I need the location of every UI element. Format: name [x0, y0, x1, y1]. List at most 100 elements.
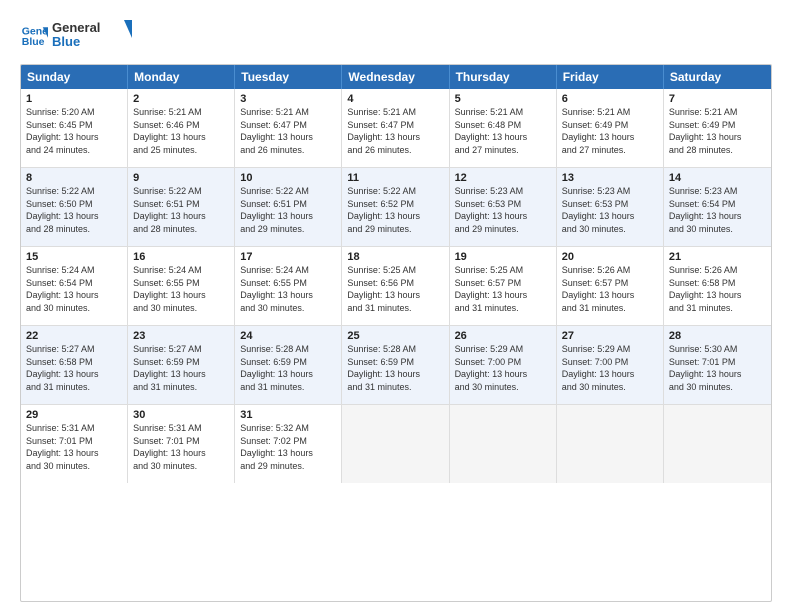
day-number: 22: [26, 330, 122, 342]
calendar: SundayMondayTuesdayWednesdayThursdayFrid…: [20, 64, 772, 602]
day-info: Sunrise: 5:23 AMSunset: 6:54 PMDaylight:…: [669, 185, 766, 235]
empty-cell: [664, 405, 771, 483]
calendar-row-3: 15Sunrise: 5:24 AMSunset: 6:54 PMDayligh…: [21, 247, 771, 326]
logo-icon: General Blue: [20, 22, 48, 50]
day-cell-6: 6Sunrise: 5:21 AMSunset: 6:49 PMDaylight…: [557, 89, 664, 167]
day-cell-14: 14Sunrise: 5:23 AMSunset: 6:54 PMDayligh…: [664, 168, 771, 246]
day-number: 3: [240, 93, 336, 105]
empty-cell: [450, 405, 557, 483]
day-number: 26: [455, 330, 551, 342]
calendar-row-2: 8Sunrise: 5:22 AMSunset: 6:50 PMDaylight…: [21, 168, 771, 247]
day-info: Sunrise: 5:23 AMSunset: 6:53 PMDaylight:…: [455, 185, 551, 235]
day-cell-22: 22Sunrise: 5:27 AMSunset: 6:58 PMDayligh…: [21, 326, 128, 404]
day-cell-12: 12Sunrise: 5:23 AMSunset: 6:53 PMDayligh…: [450, 168, 557, 246]
day-number: 21: [669, 251, 766, 263]
svg-text:Blue: Blue: [22, 36, 45, 48]
day-number: 7: [669, 93, 766, 105]
day-info: Sunrise: 5:25 AMSunset: 6:56 PMDaylight:…: [347, 264, 443, 314]
day-number: 5: [455, 93, 551, 105]
day-info: Sunrise: 5:28 AMSunset: 6:59 PMDaylight:…: [240, 343, 336, 393]
day-number: 27: [562, 330, 658, 342]
header: General Blue General Blue: [20, 18, 772, 54]
empty-cell: [557, 405, 664, 483]
day-number: 24: [240, 330, 336, 342]
empty-cell: [342, 405, 449, 483]
day-number: 1: [26, 93, 122, 105]
day-cell-8: 8Sunrise: 5:22 AMSunset: 6:50 PMDaylight…: [21, 168, 128, 246]
day-cell-11: 11Sunrise: 5:22 AMSunset: 6:52 PMDayligh…: [342, 168, 449, 246]
day-cell-23: 23Sunrise: 5:27 AMSunset: 6:59 PMDayligh…: [128, 326, 235, 404]
day-info: Sunrise: 5:32 AMSunset: 7:02 PMDaylight:…: [240, 422, 336, 472]
day-info: Sunrise: 5:29 AMSunset: 7:00 PMDaylight:…: [455, 343, 551, 393]
calendar-body: 1Sunrise: 5:20 AMSunset: 6:45 PMDaylight…: [21, 89, 771, 483]
day-info: Sunrise: 5:20 AMSunset: 6:45 PMDaylight:…: [26, 106, 122, 156]
day-cell-4: 4Sunrise: 5:21 AMSunset: 6:47 PMDaylight…: [342, 89, 449, 167]
day-cell-29: 29Sunrise: 5:31 AMSunset: 7:01 PMDayligh…: [21, 405, 128, 483]
day-cell-25: 25Sunrise: 5:28 AMSunset: 6:59 PMDayligh…: [342, 326, 449, 404]
day-number: 4: [347, 93, 443, 105]
day-number: 16: [133, 251, 229, 263]
day-cell-17: 17Sunrise: 5:24 AMSunset: 6:55 PMDayligh…: [235, 247, 342, 325]
day-number: 14: [669, 172, 766, 184]
header-day-tuesday: Tuesday: [235, 65, 342, 89]
day-cell-9: 9Sunrise: 5:22 AMSunset: 6:51 PMDaylight…: [128, 168, 235, 246]
day-info: Sunrise: 5:21 AMSunset: 6:49 PMDaylight:…: [669, 106, 766, 156]
day-info: Sunrise: 5:31 AMSunset: 7:01 PMDaylight:…: [26, 422, 122, 472]
day-info: Sunrise: 5:23 AMSunset: 6:53 PMDaylight:…: [562, 185, 658, 235]
calendar-row-1: 1Sunrise: 5:20 AMSunset: 6:45 PMDaylight…: [21, 89, 771, 168]
page: General Blue General Blue SundayMondayTu…: [0, 0, 792, 612]
day-info: Sunrise: 5:22 AMSunset: 6:50 PMDaylight:…: [26, 185, 122, 235]
logo-svg: General Blue: [52, 18, 132, 54]
day-info: Sunrise: 5:25 AMSunset: 6:57 PMDaylight:…: [455, 264, 551, 314]
day-number: 20: [562, 251, 658, 263]
day-info: Sunrise: 5:21 AMSunset: 6:46 PMDaylight:…: [133, 106, 229, 156]
day-number: 2: [133, 93, 229, 105]
day-number: 12: [455, 172, 551, 184]
day-info: Sunrise: 5:22 AMSunset: 6:51 PMDaylight:…: [133, 185, 229, 235]
day-cell-2: 2Sunrise: 5:21 AMSunset: 6:46 PMDaylight…: [128, 89, 235, 167]
day-number: 6: [562, 93, 658, 105]
day-number: 23: [133, 330, 229, 342]
day-number: 15: [26, 251, 122, 263]
day-number: 19: [455, 251, 551, 263]
day-cell-26: 26Sunrise: 5:29 AMSunset: 7:00 PMDayligh…: [450, 326, 557, 404]
day-cell-30: 30Sunrise: 5:31 AMSunset: 7:01 PMDayligh…: [128, 405, 235, 483]
day-cell-3: 3Sunrise: 5:21 AMSunset: 6:47 PMDaylight…: [235, 89, 342, 167]
day-info: Sunrise: 5:26 AMSunset: 6:58 PMDaylight:…: [669, 264, 766, 314]
day-cell-18: 18Sunrise: 5:25 AMSunset: 6:56 PMDayligh…: [342, 247, 449, 325]
header-day-friday: Friday: [557, 65, 664, 89]
day-number: 30: [133, 409, 229, 421]
day-number: 31: [240, 409, 336, 421]
day-info: Sunrise: 5:21 AMSunset: 6:47 PMDaylight:…: [347, 106, 443, 156]
day-info: Sunrise: 5:24 AMSunset: 6:55 PMDaylight:…: [240, 264, 336, 314]
day-number: 10: [240, 172, 336, 184]
day-number: 25: [347, 330, 443, 342]
svg-text:General: General: [52, 20, 100, 35]
header-day-wednesday: Wednesday: [342, 65, 449, 89]
day-cell-16: 16Sunrise: 5:24 AMSunset: 6:55 PMDayligh…: [128, 247, 235, 325]
day-info: Sunrise: 5:21 AMSunset: 6:48 PMDaylight:…: [455, 106, 551, 156]
calendar-row-5: 29Sunrise: 5:31 AMSunset: 7:01 PMDayligh…: [21, 405, 771, 483]
day-number: 8: [26, 172, 122, 184]
day-number: 9: [133, 172, 229, 184]
day-cell-10: 10Sunrise: 5:22 AMSunset: 6:51 PMDayligh…: [235, 168, 342, 246]
day-cell-27: 27Sunrise: 5:29 AMSunset: 7:00 PMDayligh…: [557, 326, 664, 404]
day-cell-28: 28Sunrise: 5:30 AMSunset: 7:01 PMDayligh…: [664, 326, 771, 404]
day-number: 28: [669, 330, 766, 342]
day-number: 18: [347, 251, 443, 263]
day-cell-31: 31Sunrise: 5:32 AMSunset: 7:02 PMDayligh…: [235, 405, 342, 483]
day-cell-13: 13Sunrise: 5:23 AMSunset: 6:53 PMDayligh…: [557, 168, 664, 246]
day-number: 11: [347, 172, 443, 184]
day-info: Sunrise: 5:31 AMSunset: 7:01 PMDaylight:…: [133, 422, 229, 472]
day-cell-19: 19Sunrise: 5:25 AMSunset: 6:57 PMDayligh…: [450, 247, 557, 325]
header-day-monday: Monday: [128, 65, 235, 89]
day-info: Sunrise: 5:22 AMSunset: 6:52 PMDaylight:…: [347, 185, 443, 235]
day-info: Sunrise: 5:24 AMSunset: 6:55 PMDaylight:…: [133, 264, 229, 314]
day-cell-15: 15Sunrise: 5:24 AMSunset: 6:54 PMDayligh…: [21, 247, 128, 325]
header-day-sunday: Sunday: [21, 65, 128, 89]
day-info: Sunrise: 5:27 AMSunset: 6:58 PMDaylight:…: [26, 343, 122, 393]
day-cell-5: 5Sunrise: 5:21 AMSunset: 6:48 PMDaylight…: [450, 89, 557, 167]
day-info: Sunrise: 5:30 AMSunset: 7:01 PMDaylight:…: [669, 343, 766, 393]
day-info: Sunrise: 5:29 AMSunset: 7:00 PMDaylight:…: [562, 343, 658, 393]
day-number: 13: [562, 172, 658, 184]
